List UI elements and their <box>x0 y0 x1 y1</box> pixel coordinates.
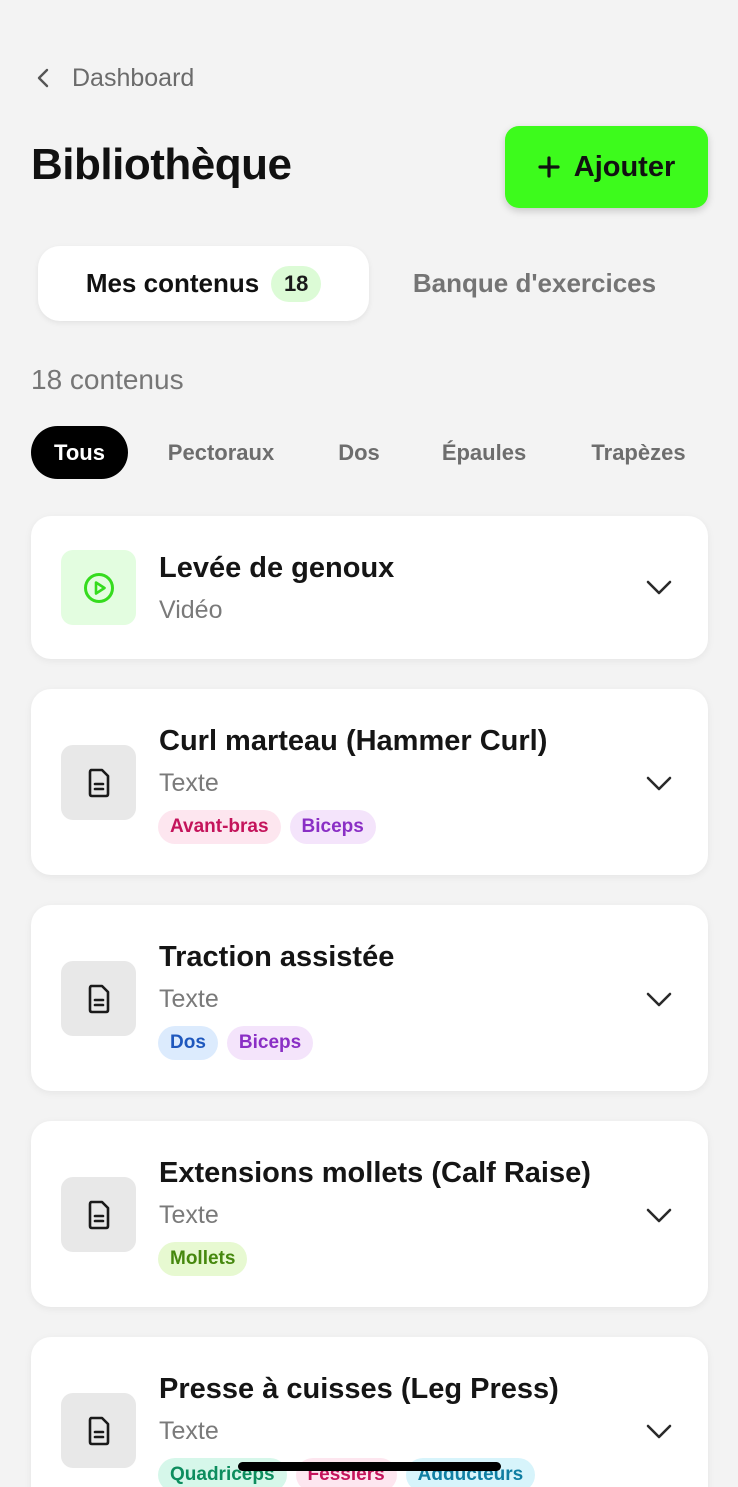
filter-chip-trapezes[interactable]: Trapèzes <box>576 426 701 479</box>
filter-chip-pectoraux[interactable]: Pectoraux <box>156 426 286 479</box>
play-circle-icon <box>83 572 114 603</box>
card-type: Vidéo <box>159 596 223 624</box>
content-tabs: Mes contenus 18 Banque d'exercices <box>38 246 708 321</box>
tag-biceps: Biceps <box>226 1026 314 1060</box>
add-button[interactable]: Ajouter <box>505 126 708 208</box>
card-type: Texte <box>159 985 219 1013</box>
chevron-down-icon[interactable] <box>643 983 675 1015</box>
tab-my-content[interactable]: Mes contenus 18 <box>38 246 369 321</box>
content-type-icon <box>61 745 136 820</box>
card-title: Levée de genoux <box>159 552 395 584</box>
content-type-icon <box>61 550 136 625</box>
content-card[interactable]: Levée de genoux Vidéo <box>31 516 708 659</box>
page-title: Bibliothèque <box>31 140 292 189</box>
content-type-icon <box>61 1393 136 1468</box>
content-type-icon <box>61 961 136 1036</box>
chevron-down-icon[interactable] <box>643 571 675 603</box>
document-icon <box>88 1200 109 1229</box>
back-link[interactable]: Dashboard <box>32 58 194 98</box>
card-title: Traction assistée <box>159 941 395 973</box>
card-title: Curl marteau (Hammer Curl) <box>159 725 548 757</box>
card-title: Extensions mollets (Calf Raise) <box>159 1157 591 1189</box>
chevron-left-icon <box>37 68 49 88</box>
document-icon <box>88 1416 109 1445</box>
filter-chip-all[interactable]: Tous <box>31 426 128 479</box>
content-count: 18 contenus <box>31 364 184 395</box>
content-card[interactable]: Extensions mollets (Calf Raise) Texte Mo… <box>31 1121 708 1307</box>
chevron-down-icon[interactable] <box>643 1199 675 1231</box>
tag-mollets: Mollets <box>158 1242 248 1276</box>
filter-chip-epaules[interactable]: Épaules <box>429 426 539 479</box>
card-type: Texte <box>159 769 219 797</box>
home-indicator[interactable] <box>238 1462 501 1471</box>
card-type: Texte <box>159 1201 219 1229</box>
plus-icon <box>538 156 560 178</box>
card-type: Texte <box>159 1417 219 1445</box>
content-type-icon <box>61 1177 136 1252</box>
tag-list: Avant-bras Biceps <box>158 810 376 844</box>
tag-list: Mollets <box>158 1242 248 1276</box>
tag-list: Dos Biceps <box>158 1026 314 1060</box>
content-card[interactable]: Traction assistée Texte Dos Biceps <box>31 905 708 1091</box>
chevron-down-icon[interactable] <box>643 767 675 799</box>
chevron-down-icon[interactable] <box>643 1415 675 1447</box>
tag-dos: Dos <box>158 1026 218 1060</box>
content-card[interactable]: Curl marteau (Hammer Curl) Texte Avant-b… <box>31 689 708 875</box>
tag-avant-bras: Avant-bras <box>158 810 281 844</box>
filter-chip-dos[interactable]: Dos <box>321 426 397 479</box>
add-button-label: Ajouter <box>573 150 676 183</box>
document-icon <box>88 768 109 797</box>
count-badge: 18 <box>271 265 322 302</box>
tab-my-content-label: Mes contenus <box>85 268 260 298</box>
back-label: Dashboard <box>72 63 195 92</box>
tab-exercise-bank[interactable]: Banque d'exercices <box>369 246 700 321</box>
document-icon <box>88 984 109 1013</box>
card-title: Presse à cuisses (Leg Press) <box>159 1373 559 1405</box>
filter-chips: Tous Pectoraux Dos Épaules Trapèzes <box>31 426 731 479</box>
tag-biceps: Biceps <box>289 810 376 844</box>
